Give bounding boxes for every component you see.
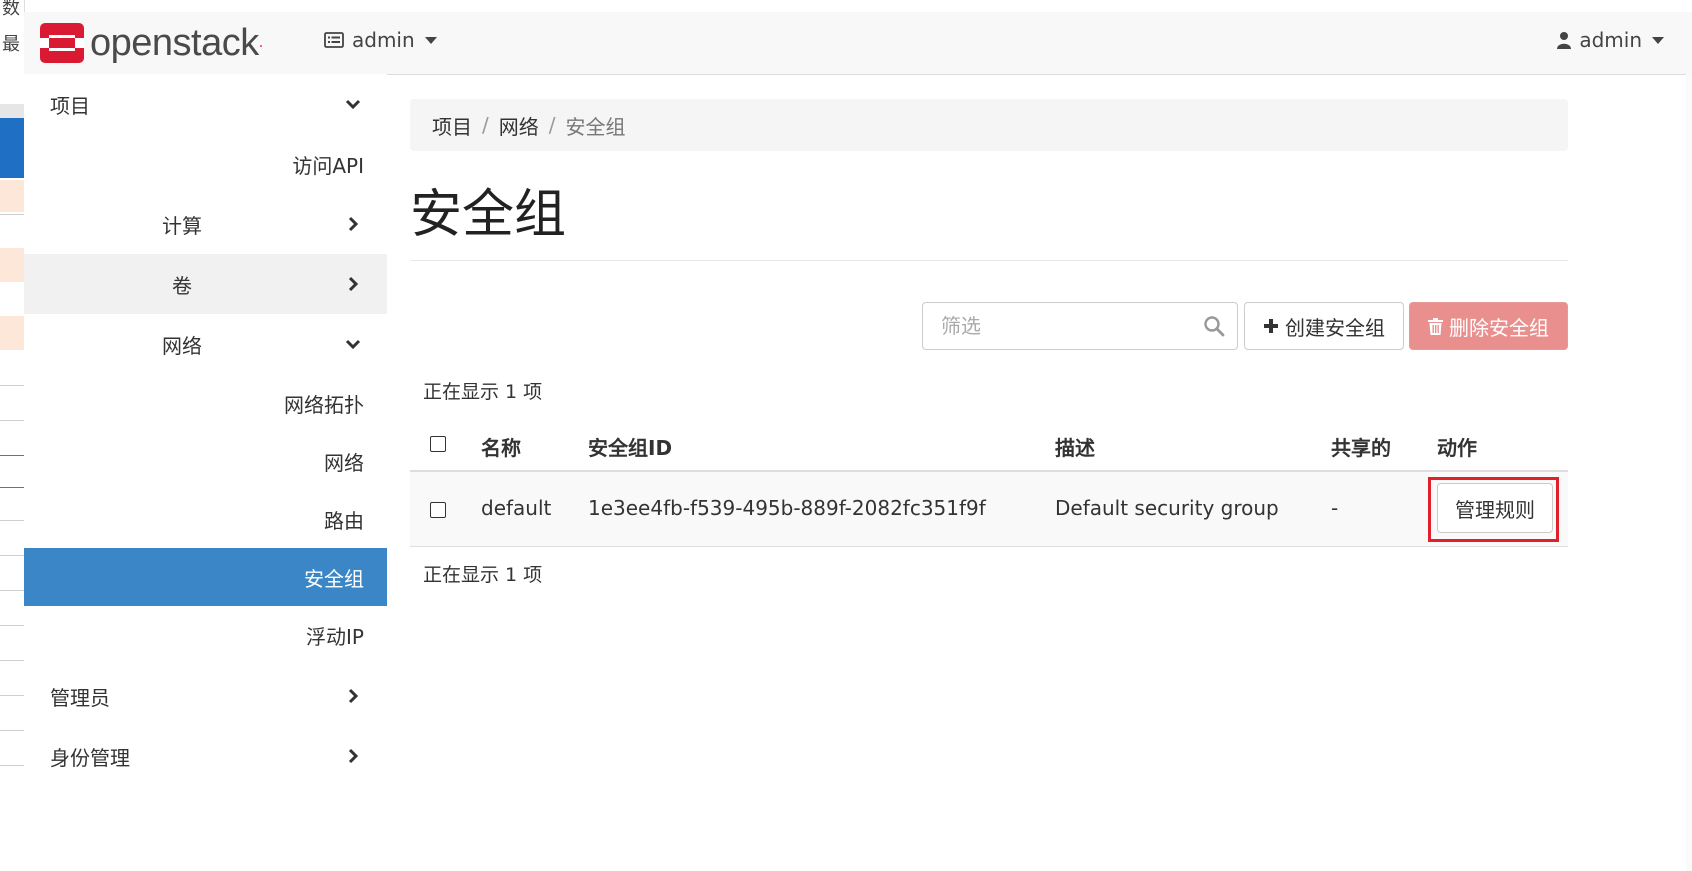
sidebar-item-identity[interactable]: 身份管理 (24, 726, 387, 786)
item-count-bottom: 正在显示 1 项 (423, 564, 543, 586)
browser-window: openstack . admin admin 项目 访问API 计算 卷 网络… (24, 12, 1692, 871)
chevron-right-icon (348, 748, 359, 764)
sidebar-item-routers[interactable]: 路由 (24, 490, 387, 548)
sidebar-item-floating-ips[interactable]: 浮动IP (24, 606, 387, 664)
create-security-group-button[interactable]: 创建安全组 (1244, 302, 1404, 350)
caret-down-icon (1652, 36, 1664, 44)
breadcrumb-separator: / (482, 113, 489, 137)
sidebar-item-label: 卷 (172, 273, 192, 298)
chevron-right-icon (348, 276, 359, 292)
select-all-checkbox[interactable] (430, 436, 446, 452)
sidebar-item-compute[interactable]: 计算 (24, 194, 387, 254)
column-header-id[interactable]: 安全组ID (588, 432, 672, 461)
breadcrumb-item-project[interactable]: 项目 (432, 111, 472, 140)
delete-security-group-label: 删除安全组 (1449, 315, 1549, 340)
sidebar-item-volumes[interactable]: 卷 (24, 254, 387, 314)
chevron-right-icon (348, 688, 359, 704)
column-header-name[interactable]: 名称 (481, 432, 521, 461)
filter-input[interactable] (923, 303, 1203, 349)
openstack-logo[interactable]: openstack . (40, 22, 263, 64)
breadcrumb-separator: / (548, 113, 556, 137)
sidebar-item-label: 安全组 (304, 566, 364, 591)
sidebar-item-label: 管理员 (50, 685, 110, 710)
user-icon (1557, 32, 1572, 49)
background-strip: 数 最 (0, 0, 25, 871)
top-navbar: openstack . admin admin (24, 12, 1692, 75)
openstack-logo-icon (40, 23, 84, 63)
user-dropdown[interactable]: admin (1557, 28, 1664, 52)
sidebar-item-security-groups[interactable]: 安全组 (24, 548, 387, 606)
project-dropdown[interactable]: admin (324, 28, 437, 52)
background-text: 数 (2, 0, 20, 19)
chevron-down-icon (345, 99, 361, 110)
breadcrumb: 项目 / 网络 / 安全组 (410, 99, 1568, 151)
sidebar-item-network-topology[interactable]: 网络拓扑 (24, 374, 387, 432)
row-checkbox[interactable] (430, 502, 446, 518)
delete-security-group-button[interactable]: 删除安全组 (1409, 302, 1568, 350)
chevron-right-icon (348, 216, 359, 232)
sidebar-item-label: 访问API (292, 153, 364, 178)
sidebar-item-label: 网络 (324, 450, 364, 475)
trash-icon (1428, 317, 1443, 335)
sidebar-item-label: 计算 (162, 213, 202, 238)
cell-shared: - (1331, 496, 1339, 520)
sidebar-item-label: 网络拓扑 (284, 392, 364, 417)
breadcrumb-item-network[interactable]: 网络 (499, 111, 539, 140)
sidebar-item-networks[interactable]: 网络 (24, 432, 387, 490)
sidebar-item-admin[interactable]: 管理员 (24, 666, 387, 726)
sidebar-item-network[interactable]: 网络 (24, 314, 387, 374)
column-header-shared[interactable]: 共享的 (1331, 432, 1391, 461)
page-title: 安全组 (410, 185, 567, 245)
filter-box (922, 302, 1238, 350)
project-dropdown-label: admin (352, 28, 415, 52)
sidebar-item-label: 网络 (162, 333, 202, 358)
sidebar-item-api-access[interactable]: 访问API (24, 134, 387, 194)
background-text: 最 (2, 34, 20, 55)
cell-description: Default security group (1055, 496, 1279, 520)
breadcrumb-item-current: 安全组 (565, 114, 626, 139)
sidebar-item-label: 浮动IP (306, 624, 364, 649)
sidebar-item-label: 身份管理 (50, 745, 130, 770)
project-list-icon (324, 32, 344, 48)
title-divider (410, 260, 1568, 261)
column-header-description[interactable]: 描述 (1055, 432, 1095, 461)
cell-name: default (481, 496, 552, 520)
plus-icon (1264, 319, 1278, 333)
caret-down-icon (424, 36, 437, 44)
sidebar-item-project[interactable]: 项目 (24, 74, 387, 134)
table-row: default 1e3ee4fb-f539-495b-889f-2082fc35… (410, 472, 1568, 547)
user-dropdown-label: admin (1579, 28, 1642, 52)
chevron-down-icon (345, 339, 361, 350)
cell-id: 1e3ee4fb-f539-495b-889f-2082fc351f9f (588, 496, 986, 520)
create-security-group-label: 创建安全组 (1285, 315, 1385, 340)
scrollbar-track[interactable] (1686, 74, 1692, 871)
logo-dot: . (258, 35, 264, 51)
item-count-top: 正在显示 1 项 (423, 381, 543, 403)
sidebar-item-label: 路由 (324, 508, 364, 533)
sidebar-item-label: 项目 (50, 93, 90, 118)
sidebar: 项目 访问API 计算 卷 网络 网络拓扑 网络 路由 安全组 浮动IP 管理员… (24, 74, 387, 871)
manage-rules-button[interactable]: 管理规则 (1437, 483, 1553, 533)
table-header: 名称 安全组ID 描述 共享的 动作 (410, 420, 1568, 472)
logo-text: openstack (90, 21, 259, 64)
column-header-actions: 动作 (1437, 436, 1477, 460)
search-icon[interactable] (1203, 315, 1225, 337)
